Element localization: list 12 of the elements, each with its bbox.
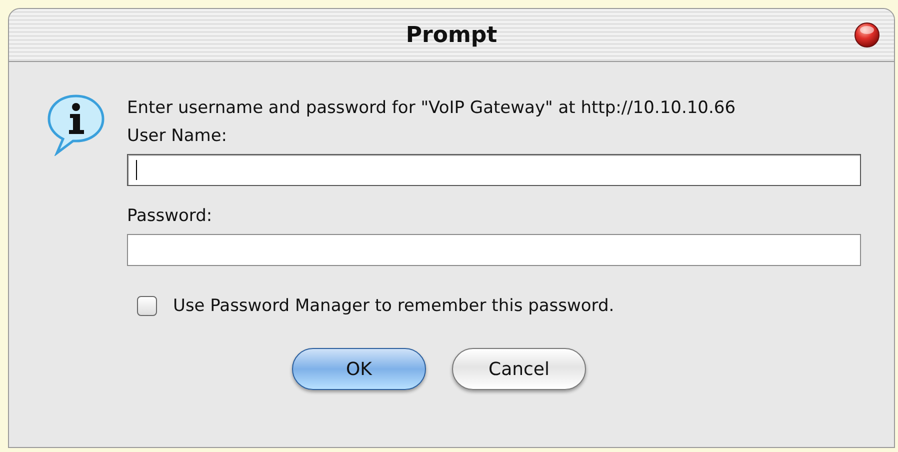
field-label: User Name: <box>127 126 228 146</box>
close-icon[interactable] <box>854 22 880 48</box>
dialog-button[interactable]: Cancel <box>452 348 586 390</box>
username-field[interactable] <box>127 154 861 186</box>
password-field[interactable] <box>127 234 861 266</box>
default-button[interactable]: OK <box>292 348 426 390</box>
info-icon <box>45 92 107 156</box>
checkbox-label: Use Password Manager to remember this password. <box>173 296 614 316</box>
window-title: Prompt <box>406 22 498 48</box>
field-label: Password: <box>127 206 214 226</box>
remember-checkbox[interactable] <box>137 296 157 316</box>
prompt-message: Enter username and password for "VoIP Gateway" at http://10.10.10.66 <box>127 98 737 118</box>
